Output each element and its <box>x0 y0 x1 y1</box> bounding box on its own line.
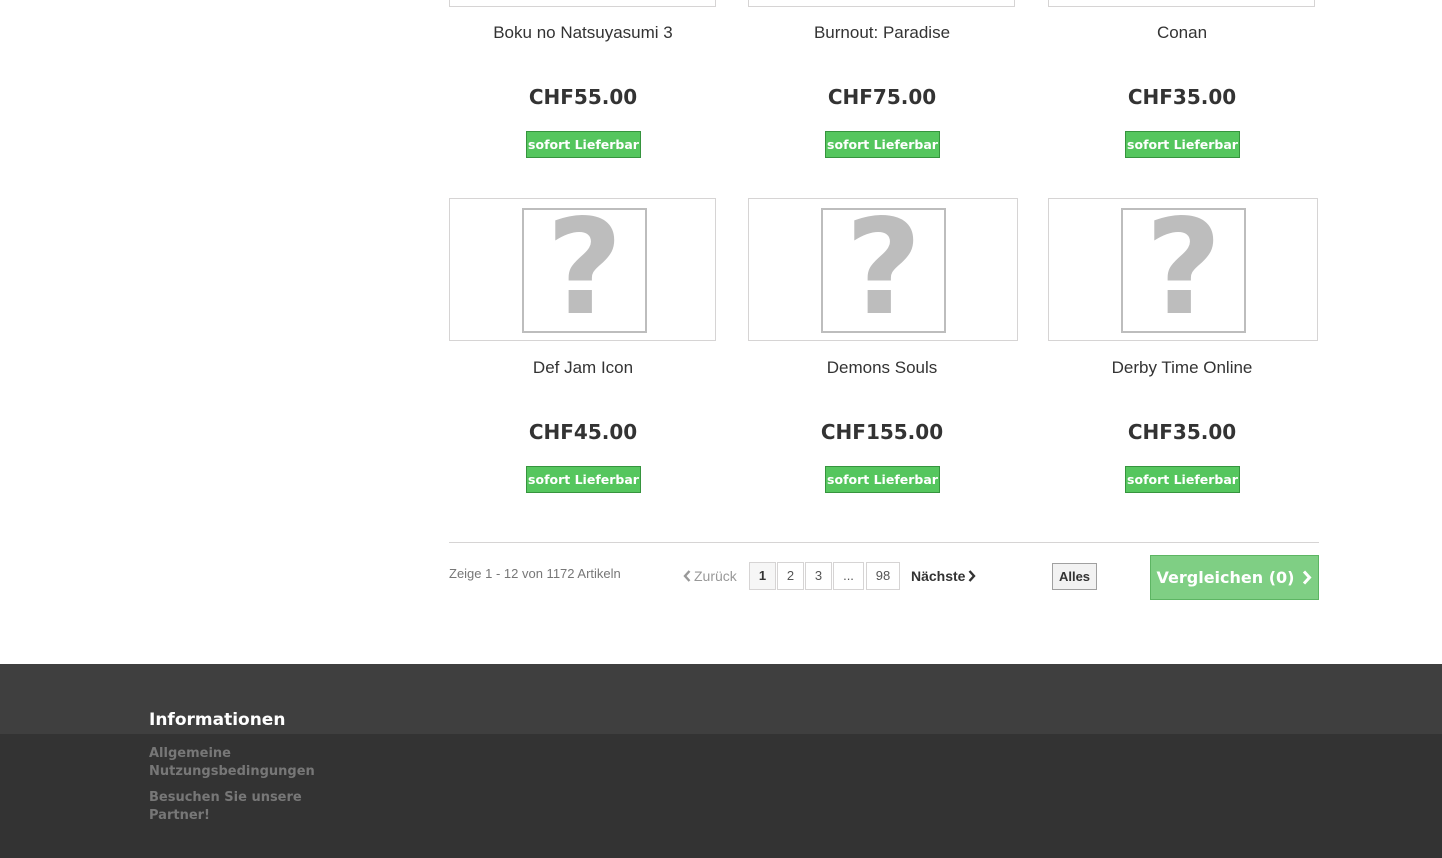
product-price: CHF45.00 <box>528 420 638 444</box>
chevron-left-icon <box>683 570 691 582</box>
image-placeholder-icon: ? <box>1121 208 1246 333</box>
product-image[interactable]: ? <box>1048 198 1318 341</box>
compare-label: Vergleichen (0) <box>1156 568 1295 587</box>
product-image[interactable] <box>1048 0 1315 7</box>
availability-button[interactable]: sofort Lieferbar <box>526 466 641 493</box>
availability-button[interactable]: sofort Lieferbar <box>825 131 940 158</box>
show-all-button[interactable]: Alles <box>1052 563 1097 590</box>
product-name[interactable]: Derby Time Online <box>1048 358 1316 378</box>
product-image[interactable]: ? <box>748 198 1018 341</box>
page-link-2[interactable]: 2 <box>777 562 804 590</box>
product-image[interactable] <box>449 0 716 7</box>
product-price: CHF55.00 <box>528 85 638 109</box>
prev-page-link[interactable]: Zurück <box>683 568 737 584</box>
compare-button[interactable]: Vergleichen (0) <box>1150 555 1319 600</box>
availability-button[interactable]: sofort Lieferbar <box>825 466 940 493</box>
footer-link-terms[interactable]: Allgemeine Nutzungsbedingungen <box>149 745 315 781</box>
chevron-right-icon <box>1303 570 1313 585</box>
product-name[interactable]: Burnout: Paradise <box>748 23 1016 43</box>
product-name[interactable]: Demons Souls <box>748 358 1016 378</box>
product-count: Zeige 1 - 12 von 1172 Artikeln <box>449 566 621 581</box>
product-price: CHF35.00 <box>1127 420 1237 444</box>
pagination-divider <box>449 542 1319 543</box>
availability-button[interactable]: sofort Lieferbar <box>526 131 641 158</box>
availability-button[interactable]: sofort Lieferbar <box>1125 131 1240 158</box>
footer-title: Informationen <box>149 710 286 730</box>
product-name[interactable]: Def Jam Icon <box>449 358 717 378</box>
product-name[interactable]: Conan <box>1048 23 1316 43</box>
footer-link-partners[interactable]: Besuchen Sie unsere Partner! <box>149 789 309 825</box>
chevron-right-icon <box>969 570 977 582</box>
prev-page-label: Zurück <box>694 568 737 584</box>
page-link-3[interactable]: 3 <box>805 562 832 590</box>
page-link-98[interactable]: 98 <box>866 562 900 590</box>
next-page-link[interactable]: Nächste <box>911 568 977 584</box>
product-price: CHF155.00 <box>820 420 944 444</box>
product-name[interactable]: Boku no Natsuyasumi 3 <box>449 23 717 43</box>
page-link-1[interactable]: 1 <box>749 562 776 590</box>
product-image[interactable]: ? <box>449 198 716 341</box>
next-page-label: Nächste <box>911 568 966 584</box>
product-price: CHF75.00 <box>827 85 937 109</box>
availability-button[interactable]: sofort Lieferbar <box>1125 466 1240 493</box>
product-image[interactable] <box>748 0 1015 7</box>
product-price: CHF35.00 <box>1127 85 1237 109</box>
image-placeholder-icon: ? <box>522 208 647 333</box>
page-ellipsis: ... <box>833 562 864 590</box>
image-placeholder-icon: ? <box>821 208 946 333</box>
